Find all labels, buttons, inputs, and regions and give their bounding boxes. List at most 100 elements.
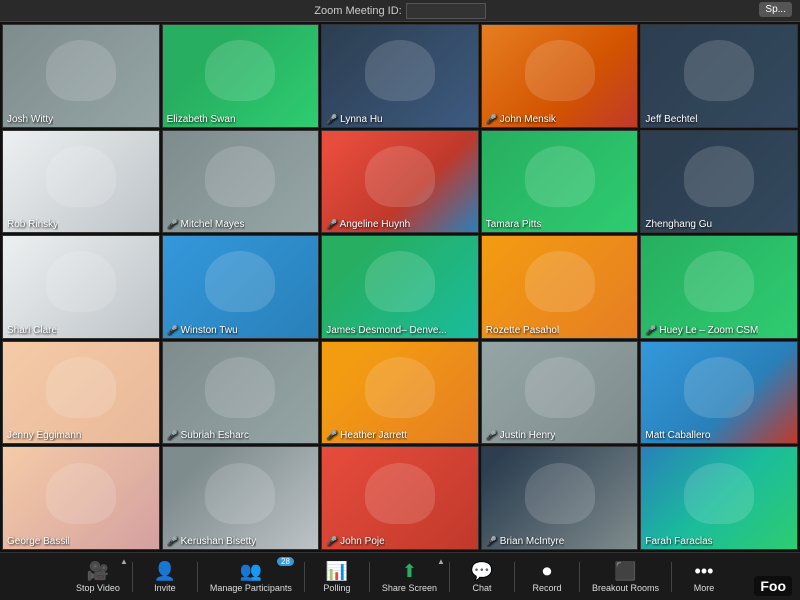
- toolbar-divider: [514, 562, 515, 592]
- face-silhouette: [46, 463, 116, 524]
- participant-name: Jeff Bechtel: [645, 114, 697, 125]
- toolbar-divider: [449, 562, 450, 592]
- toolbar-item-breakout-rooms[interactable]: ⬛Breakout Rooms: [582, 553, 669, 600]
- manage-participants-icon: 👥: [240, 561, 262, 582]
- toolbar-divider: [671, 562, 672, 592]
- participant-name: Matt Caballero: [645, 430, 710, 441]
- share-screen-label: Share Screen: [382, 583, 437, 593]
- stop-video-icon: 🎥: [87, 561, 109, 582]
- face-silhouette: [365, 251, 435, 312]
- video-tile[interactable]: 🎤 Huey Le – Zoom CSM: [640, 235, 798, 339]
- face-silhouette: [684, 357, 754, 418]
- toolbar-divider: [197, 562, 198, 592]
- face-silhouette: [525, 251, 595, 312]
- participant-name: 🎤 Subriah Esharc: [167, 430, 249, 441]
- video-tile[interactable]: Matt Caballero: [640, 341, 798, 445]
- face-silhouette: [46, 146, 116, 207]
- participant-name: Jenny Eggimann: [7, 430, 82, 441]
- manage-participants-badge: 28: [277, 557, 294, 566]
- face-silhouette: [205, 463, 275, 524]
- toolbar-divider: [304, 562, 305, 592]
- toolbar-item-stop-video[interactable]: 🎥Stop Video ▲: [66, 553, 130, 600]
- breakout-rooms-icon: ⬛: [614, 561, 636, 582]
- video-tile[interactable]: Farah Faraclas: [640, 446, 798, 550]
- polling-icon: 📊: [326, 561, 348, 582]
- chat-label: Chat: [472, 583, 491, 593]
- share-screen-arrow[interactable]: ▲: [437, 557, 445, 566]
- video-tile[interactable]: 🎤 Mitchel Mayes: [162, 130, 320, 234]
- toolbar-item-polling[interactable]: 📊Polling: [307, 553, 367, 600]
- invite-label: Invite: [154, 583, 176, 593]
- toolbar-divider: [369, 562, 370, 592]
- video-tile[interactable]: Rozette Pasahol: [481, 235, 639, 339]
- video-tile[interactable]: George Bassil: [2, 446, 160, 550]
- sp-button[interactable]: Sp...: [759, 2, 792, 17]
- participant-name: 🎤 Justin Henry: [486, 430, 556, 441]
- face-silhouette: [365, 357, 435, 418]
- video-tile[interactable]: James Desmond– Denve...: [321, 235, 479, 339]
- participant-name: 🎤 Huey Le – Zoom CSM: [645, 325, 758, 336]
- face-silhouette: [365, 40, 435, 101]
- video-tile[interactable]: Jenny Eggimann: [2, 341, 160, 445]
- stop-video-arrow[interactable]: ▲: [120, 557, 128, 566]
- toolbar-divider: [579, 562, 580, 592]
- toolbar-item-chat[interactable]: 💬Chat: [452, 553, 512, 600]
- video-tile[interactable]: 🎤 John Poje: [321, 446, 479, 550]
- stop-video-label: Stop Video: [76, 583, 120, 593]
- video-tile[interactable]: Shari Clare: [2, 235, 160, 339]
- toolbar-item-manage-participants[interactable]: 👥Manage Participants 28: [200, 553, 302, 600]
- video-tile[interactable]: Rob Rinsky: [2, 130, 160, 234]
- participant-name: Zhenghang Gu: [645, 219, 712, 230]
- video-tile[interactable]: 🎤 Winston Twu: [162, 235, 320, 339]
- face-silhouette: [684, 146, 754, 207]
- more-label: More: [694, 583, 715, 593]
- participant-name: Farah Faraclas: [645, 536, 712, 547]
- participant-name: 🎤 Brian McIntyre: [486, 536, 564, 547]
- manage-participants-label: Manage Participants: [210, 583, 292, 593]
- participant-name: 🎤 John Mensik: [486, 114, 556, 125]
- participant-name: Rob Rinsky: [7, 219, 58, 230]
- video-tile[interactable]: 🎤 Justin Henry: [481, 341, 639, 445]
- video-grid: Josh Witty Elizabeth Swan 🎤 Lynna Hu 🎤 John…: [0, 22, 800, 552]
- toolbar-item-share-screen[interactable]: ⬆Share Screen▲: [372, 553, 447, 600]
- invite-icon: 👤: [154, 561, 176, 582]
- participant-name: 🎤 Lynna Hu: [326, 114, 382, 125]
- toolbar: 🎥Stop Video ▲ 👤Invite 👥Manage Participants 2…: [0, 552, 800, 600]
- participant-name: 🎤 Angeline Huynh: [326, 219, 410, 230]
- toolbar-item-more[interactable]: •••More: [674, 553, 734, 600]
- polling-label: Polling: [323, 583, 350, 593]
- video-tile[interactable]: Jeff Bechtel: [640, 24, 798, 128]
- participant-name: 🎤 Heather Jarrett: [326, 430, 407, 441]
- toolbar-item-record[interactable]: ⏺Record: [517, 553, 577, 600]
- participant-name: Tamara Pitts: [486, 219, 542, 230]
- face-silhouette: [46, 40, 116, 101]
- meeting-id-label: Zoom Meeting ID:: [314, 5, 401, 17]
- video-tile[interactable]: 🎤 Angeline Huynh: [321, 130, 479, 234]
- face-silhouette: [46, 251, 116, 312]
- participant-name: 🎤 Winston Twu: [167, 325, 238, 336]
- face-silhouette: [205, 40, 275, 101]
- face-silhouette: [684, 463, 754, 524]
- video-tile[interactable]: 🎤 Subriah Esharc: [162, 341, 320, 445]
- video-tile[interactable]: Elizabeth Swan: [162, 24, 320, 128]
- toolbar-item-invite[interactable]: 👤Invite: [135, 553, 195, 600]
- face-silhouette: [684, 40, 754, 101]
- participant-name: 🎤 Mitchel Mayes: [167, 219, 245, 230]
- face-silhouette: [525, 357, 595, 418]
- foo-label: Foo: [754, 576, 792, 596]
- video-tile[interactable]: 🎤 Lynna Hu: [321, 24, 479, 128]
- video-tile[interactable]: Josh Witty: [2, 24, 160, 128]
- video-tile[interactable]: Tamara Pitts: [481, 130, 639, 234]
- video-tile[interactable]: 🎤 Kerushan Bisetty: [162, 446, 320, 550]
- participant-name: Shari Clare: [7, 325, 57, 336]
- face-silhouette: [205, 357, 275, 418]
- participant-name: Rozette Pasahol: [486, 325, 559, 336]
- video-tile[interactable]: 🎤 Brian McIntyre: [481, 446, 639, 550]
- meeting-id-input[interactable]: [406, 3, 486, 19]
- record-label: Record: [532, 583, 561, 593]
- video-tile[interactable]: 🎤 John Mensik: [481, 24, 639, 128]
- participant-name: Josh Witty: [7, 114, 53, 125]
- video-tile[interactable]: 🎤 Heather Jarrett: [321, 341, 479, 445]
- face-silhouette: [46, 357, 116, 418]
- video-tile[interactable]: Zhenghang Gu: [640, 130, 798, 234]
